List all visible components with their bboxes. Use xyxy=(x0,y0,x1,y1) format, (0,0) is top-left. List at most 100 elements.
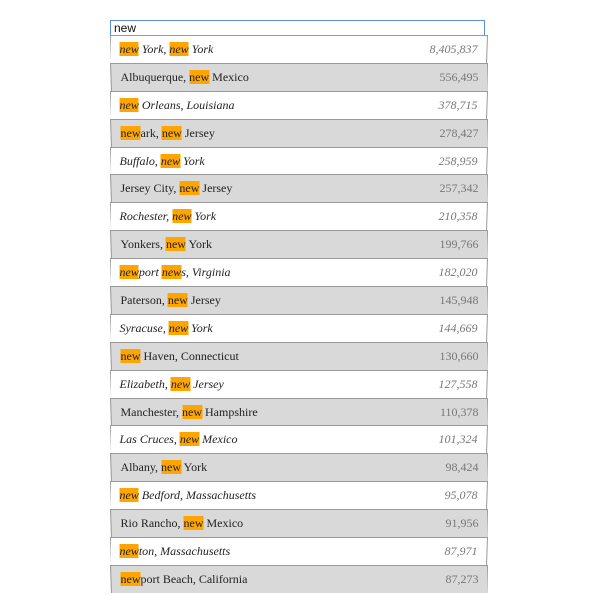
city-population: 556,495 xyxy=(439,69,479,84)
list-item[interactable]: Albuquerque, new Mexico 556,495 xyxy=(110,62,488,91)
match-highlight: new xyxy=(161,125,182,140)
search-input[interactable] xyxy=(110,19,485,37)
list-item-content: new Bedford, Massachusetts 95,078 xyxy=(119,482,477,509)
list-item[interactable]: new York, new York 8,405,837 xyxy=(110,35,488,63)
city-population: 199,766 xyxy=(439,237,479,252)
match-highlight: new xyxy=(167,292,188,307)
search-box xyxy=(110,19,485,37)
city-population: 91,956 xyxy=(445,516,479,531)
list-item[interactable]: newport news, Virginia 182,020 xyxy=(110,258,488,287)
match-highlight: new xyxy=(161,265,182,280)
city-name: new Orleans, Louisiana xyxy=(119,97,235,112)
city-name: Rio Rancho, new Mexico xyxy=(120,516,244,531)
list-item[interactable]: Syracuse, new York 144,669 xyxy=(110,313,488,342)
match-highlight: new xyxy=(119,41,139,56)
city-name: newport Beach, California xyxy=(120,571,248,586)
match-highlight: new xyxy=(168,320,189,335)
city-population: 8,405,837 xyxy=(429,41,478,56)
match-highlight: new xyxy=(119,265,139,280)
list-item-content: new Orleans, Louisiana 378,715 xyxy=(119,92,477,119)
list-item-content: new Haven, Connecticut 130,660 xyxy=(120,343,479,370)
match-highlight: new xyxy=(170,376,191,391)
city-population: 258,959 xyxy=(438,153,478,168)
city-name: new York, new York xyxy=(119,41,214,56)
list-item-content: newport news, Virginia 182,020 xyxy=(119,259,477,286)
list-item-content: Albuquerque, new Mexico 556,495 xyxy=(121,64,479,91)
list-item[interactable]: newton, Massachusetts 87,971 xyxy=(110,537,488,565)
list-item-content: newport Beach, California 87,273 xyxy=(120,566,479,593)
match-highlight: new xyxy=(120,348,141,363)
list-item[interactable]: Las Cruces, new Mexico 101,324 xyxy=(110,425,488,454)
city-name: Albuquerque, new Mexico xyxy=(120,69,249,84)
match-highlight: new xyxy=(161,460,182,475)
city-name: Syracuse, new York xyxy=(119,320,213,335)
match-highlight: new xyxy=(120,571,141,586)
city-population: 95,078 xyxy=(444,488,478,503)
match-highlight: new xyxy=(172,209,192,224)
list-item[interactable]: Yonkers, new York 199,766 xyxy=(110,230,488,259)
list-item[interactable]: Manchester, new Hampshire 110,378 xyxy=(110,397,488,426)
match-highlight: new xyxy=(183,516,204,531)
match-highlight: new xyxy=(179,181,200,196)
list-item-content: newton, Massachusetts 87,971 xyxy=(119,538,477,565)
city-name: new Bedford, Massachusetts xyxy=(119,488,257,503)
list-item[interactable]: new Orleans, Louisiana 378,715 xyxy=(110,90,488,119)
list-item-content: Jersey City, new Jersey 257,342 xyxy=(121,175,479,202)
list-item-content: Yonkers, new York 199,766 xyxy=(121,231,479,258)
city-name: newton, Massachusetts xyxy=(119,543,231,558)
match-highlight: new xyxy=(120,125,141,140)
city-population: 378,715 xyxy=(438,97,478,112)
city-name: Elizabeth, new Jersey xyxy=(119,376,224,391)
list-item[interactable]: Buffalo, new York 258,959 xyxy=(110,146,488,175)
list-item[interactable]: new Haven, Connecticut 130,660 xyxy=(110,341,488,370)
list-item[interactable]: Albany, new York 98,424 xyxy=(110,453,488,482)
city-population: 182,020 xyxy=(438,265,478,280)
list-item-content: Elizabeth, new Jersey 127,558 xyxy=(119,371,477,398)
city-name: Las Cruces, new Mexico xyxy=(119,432,238,447)
list-item[interactable]: Rochester, new York 210,358 xyxy=(110,202,488,231)
city-population: 87,971 xyxy=(444,543,478,558)
list-item-content: Rochester, new York 210,358 xyxy=(119,203,477,230)
city-name: newport news, Virginia xyxy=(119,265,231,280)
list-item-content: Manchester, new Hampshire 110,378 xyxy=(121,399,479,426)
city-population: 101,324 xyxy=(438,432,478,447)
list-item-content: Rio Rancho, new Mexico 91,956 xyxy=(121,510,479,537)
match-highlight: new xyxy=(119,97,139,112)
list-item[interactable]: Paterson, new Jersey 145,948 xyxy=(110,286,488,314)
list-item-content: Syracuse, new York 144,669 xyxy=(119,315,477,342)
match-highlight: new xyxy=(160,153,181,168)
city-name: Albany, new York xyxy=(120,460,208,475)
match-highlight: new xyxy=(119,543,139,558)
match-highlight: new xyxy=(182,404,203,419)
match-highlight: new xyxy=(189,69,210,84)
match-highlight: new xyxy=(165,237,186,252)
list-item-content: newark, new Jersey 278,427 xyxy=(120,120,479,147)
city-population: 278,427 xyxy=(439,125,479,140)
city-population: 145,948 xyxy=(439,292,479,307)
list-item[interactable]: new Bedford, Massachusetts 95,078 xyxy=(110,481,488,510)
city-name: Manchester, new Hampshire xyxy=(120,404,258,419)
city-population: 127,558 xyxy=(438,376,478,391)
list-item-content: Albany, new York 98,424 xyxy=(121,454,479,481)
results-list: new York, new York 8,405,837 Albuquerque, … xyxy=(110,35,488,600)
city-population: 98,424 xyxy=(445,460,479,475)
city-population: 210,358 xyxy=(438,209,478,224)
city-population: 144,669 xyxy=(438,320,478,335)
list-item[interactable]: Elizabeth, new Jersey 127,558 xyxy=(110,369,488,398)
city-name: Buffalo, new York xyxy=(119,153,205,168)
list-item[interactable]: newark, new Jersey 278,427 xyxy=(110,118,488,147)
city-population: 110,378 xyxy=(439,404,479,419)
list-item[interactable]: Rio Rancho, new Mexico 91,956 xyxy=(110,509,488,538)
city-name: Yonkers, new York xyxy=(120,237,212,252)
list-item[interactable]: Jersey City, new Jersey 257,342 xyxy=(110,174,488,203)
list-item-content: Las Cruces, new Mexico 101,324 xyxy=(119,426,477,453)
city-name: new Haven, Connecticut xyxy=(120,348,239,363)
city-population: 87,273 xyxy=(445,571,479,586)
city-population: 130,660 xyxy=(439,348,479,363)
match-highlight: new xyxy=(119,488,139,503)
list-item-content: Paterson, new Jersey 145,948 xyxy=(121,287,479,314)
city-name: Rochester, new York xyxy=(119,209,217,224)
match-highlight: new xyxy=(179,432,200,447)
list-item[interactable]: newport Beach, California 87,273 xyxy=(110,564,488,593)
city-name: Jersey City, new Jersey xyxy=(120,181,233,196)
